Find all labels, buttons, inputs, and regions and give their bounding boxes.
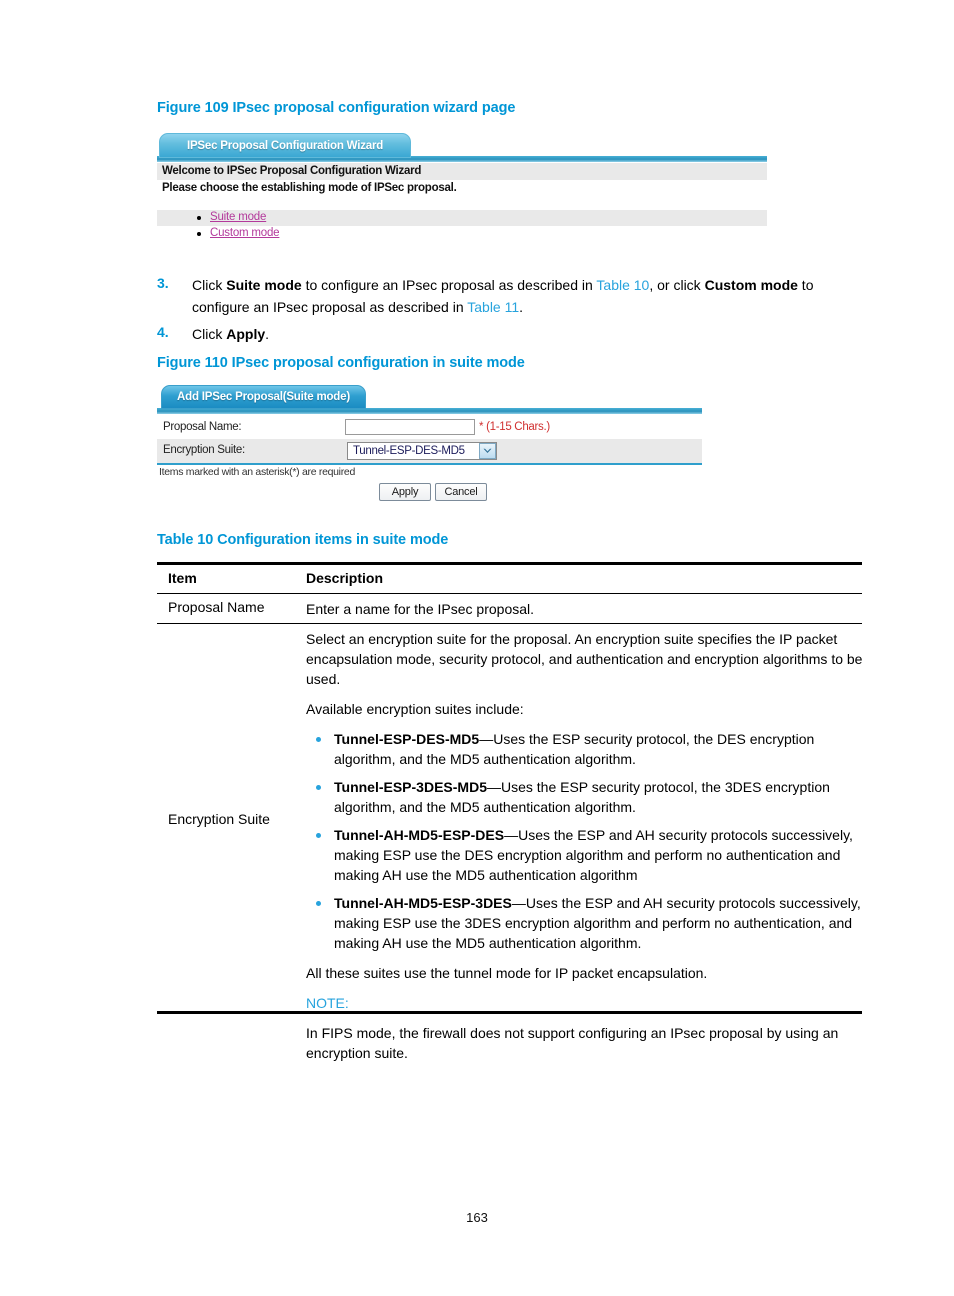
chevron-down-icon[interactable] <box>479 443 496 459</box>
link-custom-mode[interactable]: Custom mode <box>210 227 280 239</box>
table-10-caption: Table 10 Configuration items in suite mo… <box>157 532 449 548</box>
table-row-2-description: Select an encryption suite for the propo… <box>306 629 866 1063</box>
table-header-item: Item <box>168 570 197 586</box>
figure-110-caption: Figure 110 IPsec proposal configuration … <box>157 355 525 371</box>
encryption-suite-value: Tunnel-ESP-DES-MD5 <box>353 445 465 457</box>
required-fields-note: Items marked with an asterisk(*) are req… <box>159 466 355 478</box>
table-row-1-description: Enter a name for the IPsec proposal. <box>306 601 535 617</box>
figure-110-screenshot: Add IPSec Proposal(Suite mode) Proposal … <box>157 383 702 508</box>
table-row-2-item: Encryption Suite <box>168 811 270 827</box>
apply-button-label: Apply <box>391 486 419 498</box>
tab-label: Add IPSec Proposal(Suite mode) <box>177 391 350 403</box>
link-suite-mode[interactable]: Suite mode <box>210 211 266 223</box>
page-number: 163 <box>466 1210 488 1225</box>
table-header-rule <box>157 593 862 594</box>
encryption-suite-select[interactable]: Tunnel-ESP-DES-MD5 <box>347 442 497 460</box>
tab-ipsec-proposal-configuration-wizard[interactable]: IPSec Proposal Configuration Wizard <box>159 133 411 158</box>
cancel-button[interactable]: Cancel <box>435 483 487 501</box>
step-3-number: 3. <box>157 275 169 291</box>
tab-add-ipsec-proposal-suite-mode[interactable]: Add IPSec Proposal(Suite mode) <box>161 385 366 409</box>
step-4-text: Click Apply. <box>192 326 270 342</box>
tab-label: IPSec Proposal Configuration Wizard <box>186 139 384 152</box>
table-top-rule <box>157 562 862 565</box>
table-row-1-item: Proposal Name <box>168 599 265 615</box>
instruction-text: Please choose the establishing mode of I… <box>162 182 457 194</box>
apply-button[interactable]: Apply <box>379 483 431 501</box>
proposal-name-hint: * (1-15 Chars.) <box>479 421 550 433</box>
form-bottom-rule <box>157 463 702 465</box>
bullet-custom-mode <box>197 232 201 236</box>
bullet-suite-mode <box>197 216 201 220</box>
figure-109-screenshot: IPSec Proposal Configuration Wizard Welc… <box>157 130 767 250</box>
step-4-number: 4. <box>157 324 169 340</box>
proposal-name-label: Proposal Name: <box>163 421 242 433</box>
encryption-suite-label: Encryption Suite: <box>163 444 245 456</box>
table-row-1-rule <box>157 623 862 624</box>
document-page: Figure 109 IPsec proposal configuration … <box>0 0 954 1296</box>
welcome-text: Welcome to IPSec Proposal Configuration … <box>162 165 422 177</box>
table-bottom-rule <box>157 1011 862 1014</box>
figure-109-caption: Figure 109 IPsec proposal configuration … <box>157 100 516 116</box>
table-header-description: Description <box>306 570 384 586</box>
step-3-text: Click Suite mode to configure an IPsec p… <box>192 277 814 315</box>
proposal-name-input[interactable] <box>345 419 475 435</box>
cancel-button-label: Cancel <box>444 486 478 498</box>
